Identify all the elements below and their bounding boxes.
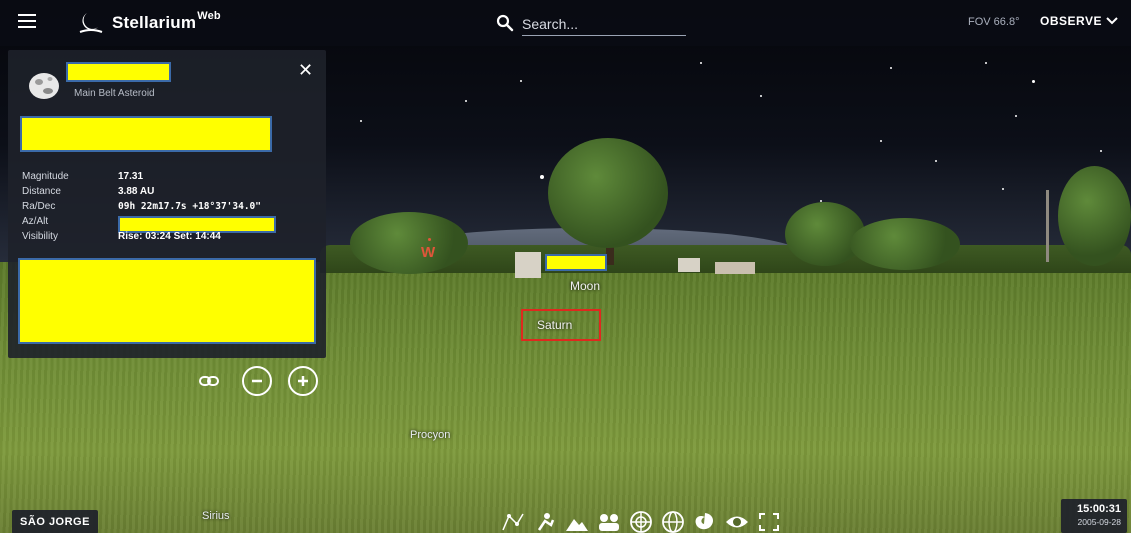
radec-label: Ra/Dec bbox=[22, 201, 56, 212]
nebulae-button[interactable] bbox=[692, 511, 718, 533]
equatorial-grid-button[interactable] bbox=[660, 511, 686, 533]
landscape-icon bbox=[566, 519, 588, 531]
constellation-art-button[interactable] bbox=[532, 511, 558, 533]
menu-button[interactable] bbox=[18, 14, 36, 30]
star bbox=[360, 120, 362, 122]
fullscreen-button[interactable] bbox=[756, 511, 782, 533]
cardinal-west: W bbox=[421, 244, 436, 261]
redacted-object-name bbox=[66, 62, 171, 82]
redacted-label bbox=[545, 254, 607, 271]
atmosphere-button[interactable] bbox=[596, 511, 622, 533]
moon-label[interactable]: Moon bbox=[570, 279, 600, 293]
atmosphere-icon bbox=[599, 514, 619, 531]
menu-bar bbox=[18, 26, 36, 28]
app-name: Stellarium bbox=[112, 13, 197, 32]
planets-button[interactable] bbox=[724, 511, 750, 533]
object-type: Main Belt Asteroid bbox=[74, 88, 155, 99]
cardinal-marker bbox=[428, 238, 431, 241]
search-input[interactable] bbox=[522, 12, 686, 36]
app-title: StellariumWeb bbox=[112, 10, 221, 33]
fullscreen-icon bbox=[759, 513, 779, 531]
stellarium-logo-icon bbox=[79, 13, 103, 33]
procyon-label[interactable]: Procyon bbox=[410, 429, 450, 441]
visibility-label: Visibility bbox=[22, 231, 58, 242]
clock-widget[interactable]: 15:00:31 2005-09-28 bbox=[1061, 499, 1127, 533]
link-icon[interactable] bbox=[198, 372, 220, 390]
zoom-in-button[interactable] bbox=[288, 366, 318, 396]
star bbox=[1002, 188, 1004, 190]
star bbox=[880, 140, 882, 142]
clock-date: 2005-09-28 bbox=[1077, 517, 1121, 527]
distance-label: Distance bbox=[22, 186, 61, 197]
magnitude-label: Magnitude bbox=[22, 171, 69, 182]
fov-readout: FOV 66.8° bbox=[968, 16, 1020, 28]
star bbox=[1100, 150, 1102, 152]
star bbox=[540, 175, 544, 179]
zoom-out-button[interactable] bbox=[242, 366, 272, 396]
azimuthal-grid-icon bbox=[630, 511, 652, 533]
star bbox=[1032, 80, 1035, 83]
tree bbox=[1058, 166, 1131, 266]
clock-time: 15:00:31 bbox=[1076, 503, 1121, 515]
asteroid-icon bbox=[29, 73, 59, 99]
menu-bar bbox=[18, 20, 36, 22]
tree bbox=[350, 212, 468, 274]
location-button[interactable]: SÃO JORGE bbox=[12, 510, 98, 533]
minus-icon bbox=[252, 379, 262, 383]
distance-value: 3.88 AU bbox=[118, 186, 155, 197]
star bbox=[935, 160, 937, 162]
nebulae-icon bbox=[695, 513, 713, 530]
constellation-art-icon bbox=[537, 513, 555, 531]
azalt-label: Az/Alt bbox=[22, 216, 49, 227]
star bbox=[1015, 115, 1017, 117]
house bbox=[515, 252, 541, 278]
utility-pole bbox=[1046, 190, 1049, 262]
visibility-value: Rise: 03:24 Set: 14:44 bbox=[118, 231, 221, 242]
observe-label: OBSERVE bbox=[1040, 14, 1102, 28]
constellation-lines-button[interactable] bbox=[500, 511, 526, 533]
planets-eye-icon bbox=[726, 516, 748, 528]
close-panel-button[interactable]: ✕ bbox=[298, 60, 313, 81]
star bbox=[700, 62, 702, 64]
plus-icon bbox=[298, 376, 308, 386]
search-icon bbox=[496, 14, 514, 32]
star bbox=[760, 95, 762, 97]
house bbox=[678, 258, 700, 272]
tree bbox=[850, 218, 960, 270]
equatorial-grid-icon bbox=[662, 511, 684, 533]
menu-bar bbox=[18, 14, 36, 16]
house bbox=[715, 262, 755, 274]
magnitude-value: 17.31 bbox=[118, 171, 144, 182]
saturn-highlight-box bbox=[521, 309, 601, 341]
sirius-label[interactable]: Sirius bbox=[202, 510, 230, 522]
redacted-designations bbox=[20, 116, 272, 152]
star bbox=[465, 100, 467, 102]
tree bbox=[548, 138, 668, 248]
chevron-down-icon bbox=[1106, 17, 1118, 25]
observe-button[interactable]: OBSERVE bbox=[1040, 14, 1118, 28]
app-name-sup: Web bbox=[197, 10, 221, 22]
landscape-button[interactable] bbox=[564, 511, 590, 533]
redacted-description bbox=[18, 258, 316, 344]
search-bar bbox=[496, 10, 688, 38]
star bbox=[890, 67, 892, 69]
bottom-toolbar bbox=[500, 508, 820, 533]
star bbox=[520, 80, 522, 82]
star bbox=[985, 62, 987, 64]
object-info-panel: Main Belt Asteroid ✕ Magnitude 17.31 Dis… bbox=[8, 50, 326, 358]
constellation-lines-icon bbox=[502, 513, 524, 531]
azimuthal-grid-button[interactable] bbox=[628, 511, 654, 533]
top-bar: StellariumWeb FOV 66.8° OBSERVE bbox=[0, 0, 1131, 46]
radec-value: 09h 22m17.7s +18°37'34.0" bbox=[118, 201, 261, 212]
